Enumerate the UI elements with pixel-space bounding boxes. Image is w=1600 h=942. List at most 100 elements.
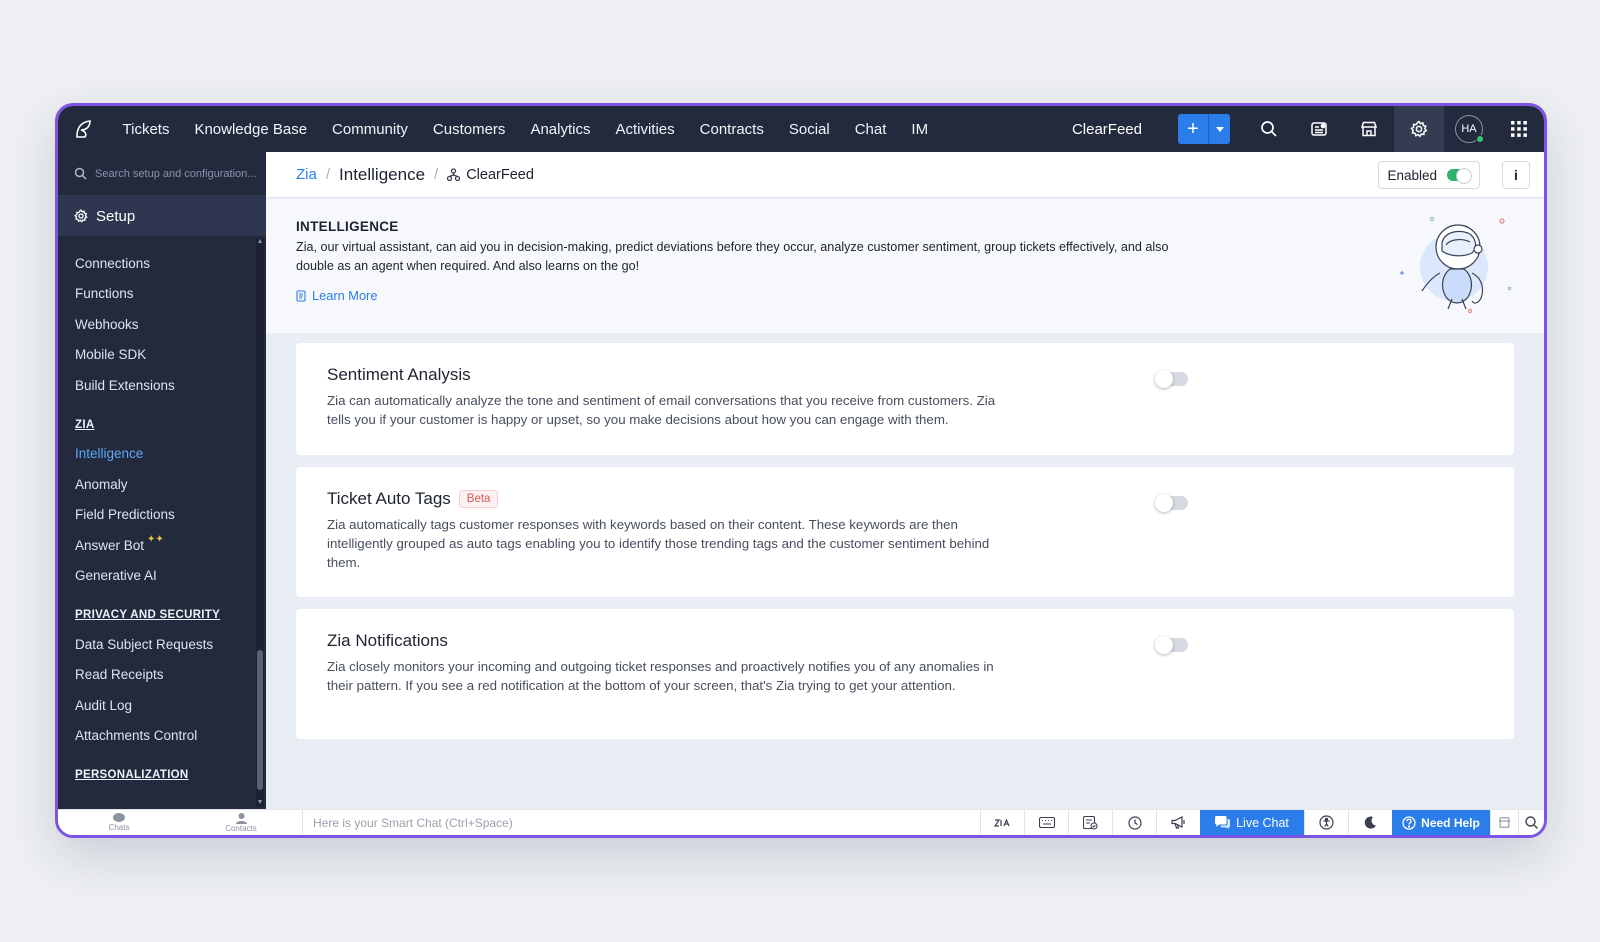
enabled-switch[interactable] bbox=[1447, 168, 1472, 184]
online-status-dot bbox=[1476, 135, 1484, 143]
sidebar-scrollbar[interactable]: ▲ ▼ bbox=[256, 238, 264, 807]
setup-menu-list: Connections Functions Webhooks Mobile SD… bbox=[58, 248, 254, 789]
card-title: Zia Notifications bbox=[327, 631, 1483, 651]
page-title: INTELLIGENCE bbox=[296, 219, 399, 234]
breadcrumb-intelligence: Intelligence bbox=[339, 164, 426, 184]
checklist-icon bbox=[1083, 815, 1098, 830]
profile-button[interactable]: HA bbox=[1444, 106, 1494, 152]
sidebar-item-functions[interactable]: Functions bbox=[58, 279, 254, 310]
nav-tab-community[interactable]: Community bbox=[320, 106, 421, 152]
card-title: Ticket Auto Tags Beta bbox=[327, 489, 1483, 509]
sidebar-item-generative-ai[interactable]: Generative AI bbox=[58, 561, 254, 592]
nav-tab-customers[interactable]: Customers bbox=[420, 106, 518, 152]
app-launcher-button[interactable] bbox=[1494, 106, 1544, 152]
sidebar-item-data-subject-requests[interactable]: Data Subject Requests bbox=[58, 629, 254, 660]
sidebar-item-connections[interactable]: Connections bbox=[58, 248, 254, 279]
card-description: Zia automatically tags customer response… bbox=[327, 517, 990, 570]
search-button[interactable] bbox=[1244, 106, 1294, 152]
intelligence-status-toggle[interactable]: Enabled bbox=[1378, 161, 1480, 189]
keyboard-button[interactable] bbox=[1024, 809, 1068, 835]
smart-chat-input[interactable]: Here is your Smart Chat (Ctrl+Space) bbox=[302, 809, 980, 835]
history-button[interactable] bbox=[1112, 809, 1156, 835]
add-button[interactable]: + bbox=[1178, 114, 1208, 144]
setup-search-placeholder: Search setup and configuration... bbox=[95, 167, 257, 180]
sidebar-item-webhooks[interactable]: Webhooks bbox=[58, 309, 254, 340]
tasks-button[interactable] bbox=[1068, 809, 1112, 835]
main-content: Zia / Intelligence / ClearFeed Enabled i… bbox=[266, 152, 1544, 809]
nav-tab-chat[interactable]: Chat bbox=[842, 106, 899, 152]
zia-notifications-toggle[interactable] bbox=[1155, 636, 1188, 654]
gear-icon bbox=[74, 209, 88, 223]
nav-tab-activities[interactable]: Activities bbox=[603, 106, 687, 152]
nav-tab-knowledge-base[interactable]: Knowledge Base bbox=[182, 106, 320, 152]
need-help-button[interactable]: Need Help bbox=[1392, 809, 1490, 835]
megaphone-icon bbox=[1171, 816, 1185, 829]
feed-icon bbox=[1311, 122, 1327, 136]
sidebar-heading-privacy: PRIVACY AND SECURITY bbox=[75, 609, 221, 621]
marketplace-button[interactable] bbox=[1344, 106, 1394, 152]
sidebar-item-read-receipts[interactable]: Read Receipts bbox=[58, 660, 254, 691]
breadcrumb-zia-link[interactable]: Zia bbox=[296, 166, 317, 183]
sidebar-item-anomaly[interactable]: Anomaly bbox=[58, 469, 254, 500]
sentiment-analysis-toggle[interactable] bbox=[1155, 370, 1188, 388]
sidebar-item-audit-log[interactable]: Audit Log bbox=[58, 690, 254, 721]
store-button[interactable] bbox=[1490, 809, 1518, 835]
setup-label: Setup bbox=[96, 207, 136, 225]
nav-tab-tickets[interactable]: Tickets bbox=[110, 106, 182, 152]
breadcrumb-clearfeed[interactable]: ClearFeed bbox=[447, 167, 534, 183]
app-window: Tickets Knowledge Base Community Custome… bbox=[55, 103, 1547, 838]
sidebar-item-answer-bot[interactable]: Answer Bot ✦✦ bbox=[58, 530, 254, 561]
moon-icon bbox=[1364, 816, 1376, 829]
global-search-button[interactable] bbox=[1518, 809, 1544, 835]
setup-search[interactable]: Search setup and configuration... bbox=[58, 152, 266, 196]
add-dropdown-button[interactable] bbox=[1208, 114, 1230, 144]
settings-button[interactable] bbox=[1394, 106, 1444, 152]
live-chat-button[interactable]: Live Chat bbox=[1200, 809, 1304, 835]
contacts-tab[interactable]: Contacts bbox=[180, 810, 302, 836]
marketplace-icon bbox=[1360, 121, 1378, 137]
nav-tab-contracts[interactable]: Contracts bbox=[687, 106, 776, 152]
clock-icon bbox=[1127, 815, 1142, 830]
document-icon bbox=[296, 289, 306, 302]
sidebar-item-label: Answer Bot bbox=[75, 537, 145, 553]
breadcrumb: Zia / Intelligence / ClearFeed Enabled i bbox=[266, 152, 1544, 198]
learn-more-label: Learn More bbox=[312, 288, 378, 303]
bottom-bar: Chats Contacts Here is your Smart Chat (… bbox=[58, 809, 1544, 835]
hierarchy-icon bbox=[447, 168, 461, 181]
sidebar-item-build-extensions[interactable]: Build Extensions bbox=[58, 370, 254, 401]
announcements-button[interactable] bbox=[1156, 809, 1200, 835]
chats-tab[interactable]: Chats bbox=[58, 810, 180, 836]
feed-button[interactable] bbox=[1294, 106, 1344, 152]
search-icon bbox=[1261, 121, 1277, 137]
gear-icon bbox=[1410, 120, 1428, 138]
intelligence-intro: INTELLIGENCE Zia, our virtual assistant,… bbox=[266, 199, 1544, 333]
learn-more-link[interactable]: Learn More bbox=[296, 288, 1514, 303]
accessibility-button[interactable] bbox=[1304, 809, 1348, 835]
setup-home-item[interactable]: Setup bbox=[58, 196, 266, 236]
search-icon bbox=[74, 167, 87, 180]
nav-tab-im[interactable]: IM bbox=[899, 106, 941, 152]
ticket-auto-tags-toggle[interactable] bbox=[1155, 494, 1188, 512]
sidebar-item-field-predictions[interactable]: Field Predictions bbox=[58, 500, 254, 531]
sidebar-item-mobile-sdk[interactable]: Mobile SDK bbox=[58, 340, 254, 371]
avatar-initials: HA bbox=[1461, 123, 1477, 135]
nav-tab-analytics[interactable]: Analytics bbox=[518, 106, 603, 152]
zia-notifications-card: Zia Notifications Zia closely monitors y… bbox=[296, 609, 1514, 739]
chat-bubble-icon bbox=[113, 813, 125, 822]
need-help-label: Need Help bbox=[1421, 815, 1480, 830]
zia-button[interactable] bbox=[980, 809, 1024, 835]
nav-tab-social[interactable]: Social bbox=[776, 106, 842, 152]
sidebar-item-attachments-control[interactable]: Attachments Control bbox=[58, 721, 254, 752]
scroll-up-arrow-icon[interactable]: ▲ bbox=[256, 238, 264, 246]
org-switcher[interactable]: ClearFeed bbox=[1072, 121, 1142, 138]
sidebar-scroll-thumb[interactable] bbox=[257, 650, 263, 790]
dark-mode-button[interactable] bbox=[1348, 809, 1392, 835]
search-icon bbox=[1525, 816, 1538, 829]
sidebar-heading-personalization: PERSONALIZATION bbox=[75, 769, 189, 781]
store-icon bbox=[1498, 817, 1511, 828]
sidebar-item-intelligence[interactable]: Intelligence bbox=[58, 439, 254, 470]
scroll-down-arrow-icon[interactable]: ▼ bbox=[256, 799, 264, 807]
chat-icon bbox=[1215, 816, 1231, 829]
app-logo-icon[interactable] bbox=[58, 106, 110, 152]
info-button[interactable]: i bbox=[1502, 161, 1530, 189]
